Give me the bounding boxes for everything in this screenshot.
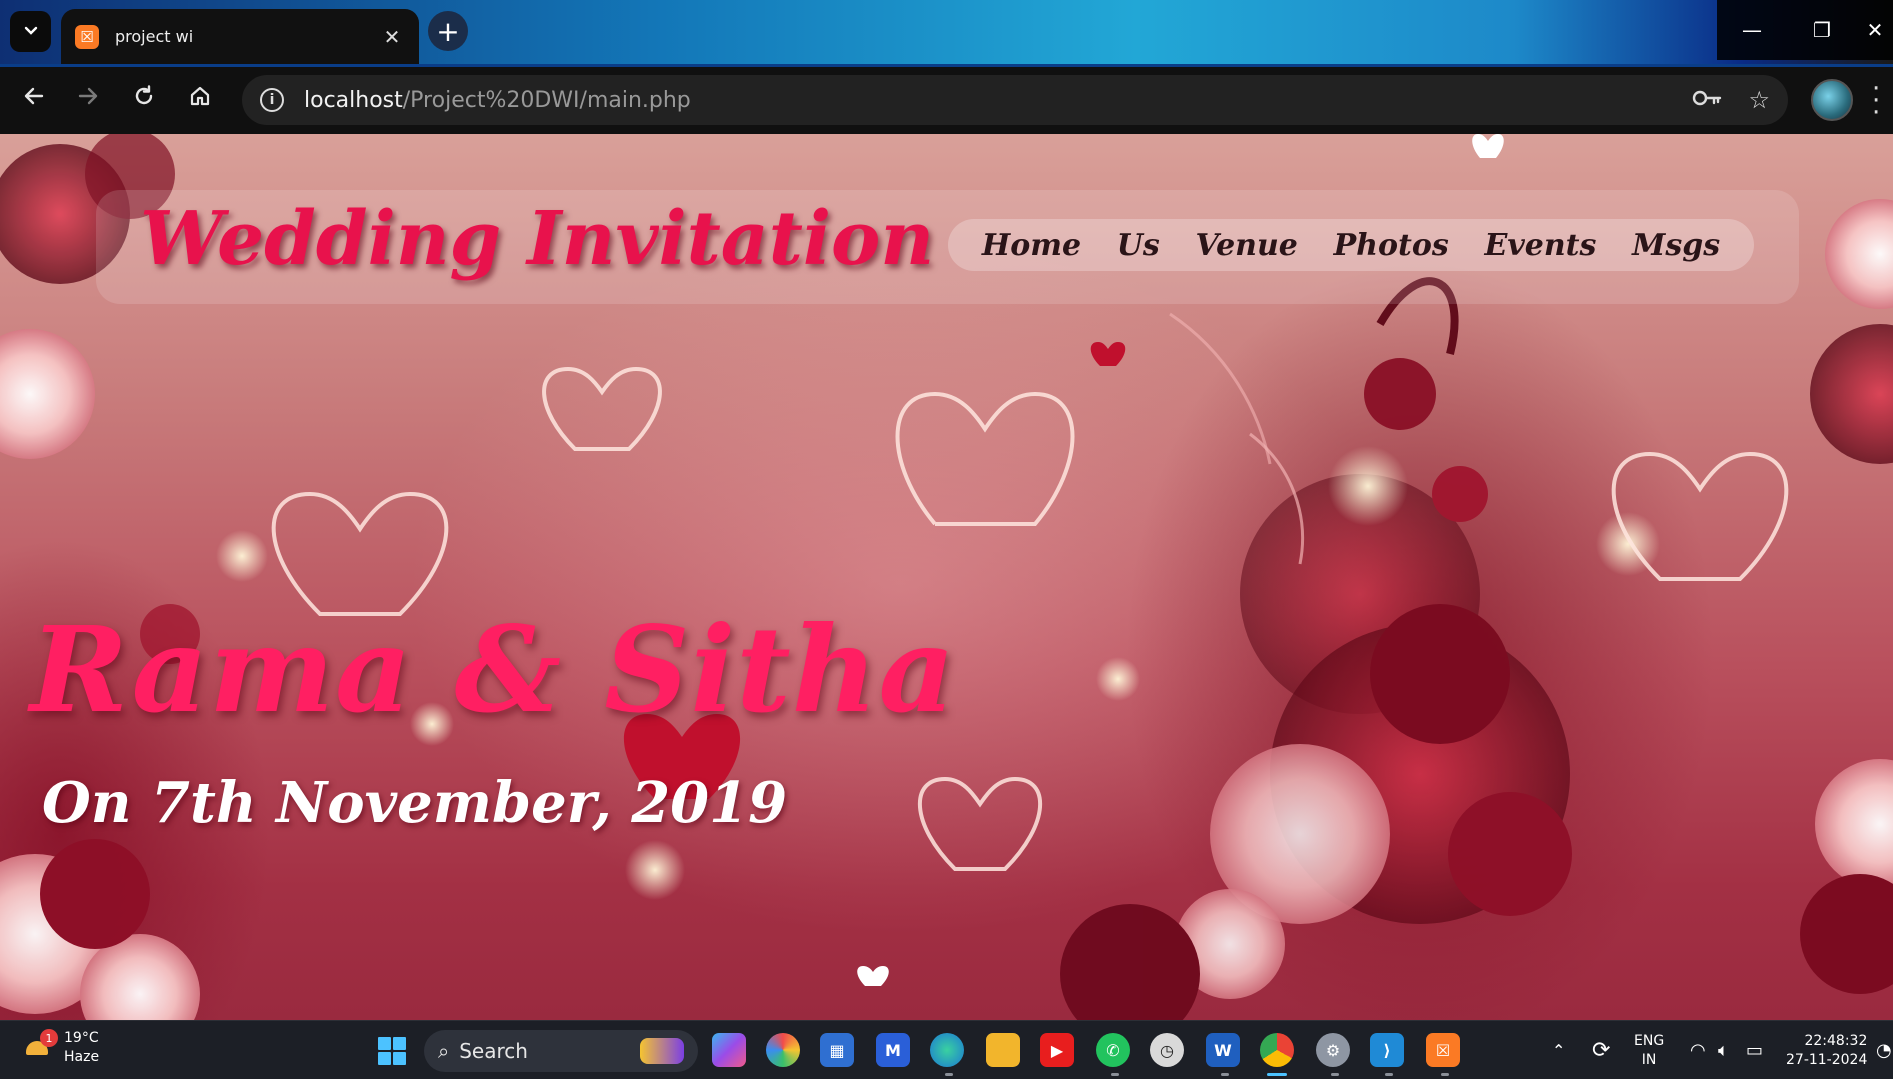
- system-clock[interactable]: 22:48:32 27-11-2024: [1786, 1032, 1867, 1070]
- weather-temperature: 19°C: [64, 1030, 99, 1046]
- search-icon: ⌕: [438, 1039, 450, 1063]
- photos-icon[interactable]: [766, 1033, 800, 1067]
- nav-us[interactable]: Us: [1117, 228, 1160, 263]
- window-controls: — ❐ ✕: [1717, 0, 1893, 60]
- browser-toolbar: i localhost/Project%20DWI/main.php ☆ · · ·: [0, 64, 1893, 134]
- haze-icon: 1: [22, 1029, 58, 1063]
- search-highlight-icon: [640, 1038, 684, 1064]
- home-icon: [188, 84, 212, 114]
- language-indicator[interactable]: ENG IN: [1634, 1032, 1664, 1070]
- plus-icon: +: [436, 14, 460, 48]
- back-button[interactable]: [14, 79, 54, 119]
- minimize-button[interactable]: —: [1717, 0, 1787, 60]
- edge-icon[interactable]: [930, 1033, 964, 1067]
- avatar[interactable]: [1811, 79, 1853, 121]
- close-window-button[interactable]: ✕: [1857, 0, 1893, 60]
- xampp-icon[interactable]: ☒: [1426, 1033, 1460, 1067]
- restore-icon: ❐: [1813, 18, 1831, 42]
- arrow-left-icon: [22, 84, 46, 114]
- home-button[interactable]: [180, 79, 220, 119]
- weather-description: Haze: [64, 1049, 100, 1065]
- search-label: Search: [459, 1039, 528, 1063]
- nav-events[interactable]: Events: [1484, 228, 1596, 263]
- url-text[interactable]: localhost/Project%20DWI/main.php: [304, 88, 1666, 113]
- chevron-up-icon[interactable]: ⌃: [1552, 1021, 1565, 1079]
- tab-title: project wi: [115, 27, 194, 46]
- battery-icon[interactable]: ▭: [1746, 1021, 1763, 1079]
- site-title: Wedding Invitation: [140, 196, 935, 282]
- clock-date: 27-11-2024: [1786, 1052, 1868, 1068]
- copilot-icon[interactable]: [712, 1033, 746, 1067]
- arrow-right-icon: [76, 84, 100, 114]
- forward-button[interactable]: [68, 79, 108, 119]
- tab-search-button[interactable]: [10, 11, 51, 52]
- volume-icon[interactable]: 🔈︎: [1718, 1021, 1729, 1079]
- address-bar[interactable]: i localhost/Project%20DWI/main.php ☆: [242, 75, 1788, 125]
- browser-tab-bar: ☒ project wi ✕ + — ❐ ✕: [0, 0, 1893, 64]
- notification-badge: 1: [40, 1029, 58, 1047]
- nav-photos[interactable]: Photos: [1334, 228, 1449, 263]
- wedding-page: Wedding Invitation Home Us Venue Photos …: [0, 134, 1893, 1020]
- restore-button[interactable]: ❐: [1787, 0, 1857, 60]
- reload-button[interactable]: [124, 79, 164, 119]
- minimize-icon: —: [1742, 18, 1762, 42]
- clock-icon[interactable]: ◷: [1150, 1033, 1184, 1067]
- clock-time: 22:48:32: [1804, 1033, 1868, 1049]
- vscode-icon[interactable]: ⟩: [1370, 1033, 1404, 1067]
- word-icon[interactable]: W: [1206, 1033, 1240, 1067]
- info-icon[interactable]: i: [260, 88, 284, 112]
- nav-venue[interactable]: Venue: [1196, 228, 1298, 263]
- mail-icon[interactable]: M: [876, 1033, 910, 1067]
- settings-icon[interactable]: ⚙: [1316, 1033, 1350, 1067]
- xampp-icon: ☒: [75, 24, 99, 49]
- notification-bell-icon[interactable]: ◔: [1876, 1021, 1892, 1079]
- nav-msgs[interactable]: Msgs: [1632, 228, 1720, 263]
- reload-icon: [132, 84, 156, 114]
- running-indicator: [1331, 1073, 1339, 1076]
- star-icon[interactable]: ☆: [1748, 86, 1770, 114]
- running-indicator: [1385, 1073, 1393, 1076]
- weather-widget[interactable]: 1 19°C Haze: [22, 1029, 99, 1067]
- file-explorer-icon[interactable]: [986, 1033, 1020, 1067]
- more-vertical-icon[interactable]: · · ·: [1872, 76, 1880, 126]
- whatsapp-icon[interactable]: ✆: [1096, 1033, 1130, 1067]
- wifi-icon[interactable]: ◠: [1690, 1021, 1706, 1079]
- sync-icon[interactable]: ⟳: [1592, 1021, 1610, 1079]
- chrome-icon[interactable]: [1260, 1033, 1294, 1067]
- new-tab-button[interactable]: +: [428, 11, 468, 51]
- taskbar-search[interactable]: ⌕ Search: [424, 1030, 698, 1072]
- youtube-icon[interactable]: ▶: [1040, 1033, 1074, 1067]
- nav-home[interactable]: Home: [982, 228, 1081, 263]
- running-indicator-active: [1267, 1073, 1287, 1076]
- wedding-date: On 7th November, 2019: [42, 770, 788, 836]
- running-indicator: [1111, 1073, 1119, 1076]
- key-icon[interactable]: [1692, 86, 1722, 114]
- running-indicator: [945, 1073, 953, 1076]
- close-icon: ✕: [1866, 18, 1884, 42]
- windows-taskbar: 1 19°C Haze ⌕ Search ▦ M ▶ ✆ ◷ W ⚙ ⟩ ☒ ⌃…: [0, 1020, 1893, 1079]
- running-indicator: [1441, 1073, 1449, 1076]
- main-nav: Home Us Venue Photos Events Msgs: [948, 219, 1754, 271]
- tab-close-button[interactable]: ✕: [379, 25, 405, 49]
- couple-names: Rama & Sitha: [30, 600, 957, 739]
- running-indicator: [1221, 1073, 1229, 1076]
- chevron-down-icon: [22, 21, 40, 43]
- store-icon[interactable]: ▦: [820, 1033, 854, 1067]
- browser-tab[interactable]: ☒ project wi ✕: [61, 9, 419, 64]
- windows-start-icon[interactable]: [378, 1037, 406, 1065]
